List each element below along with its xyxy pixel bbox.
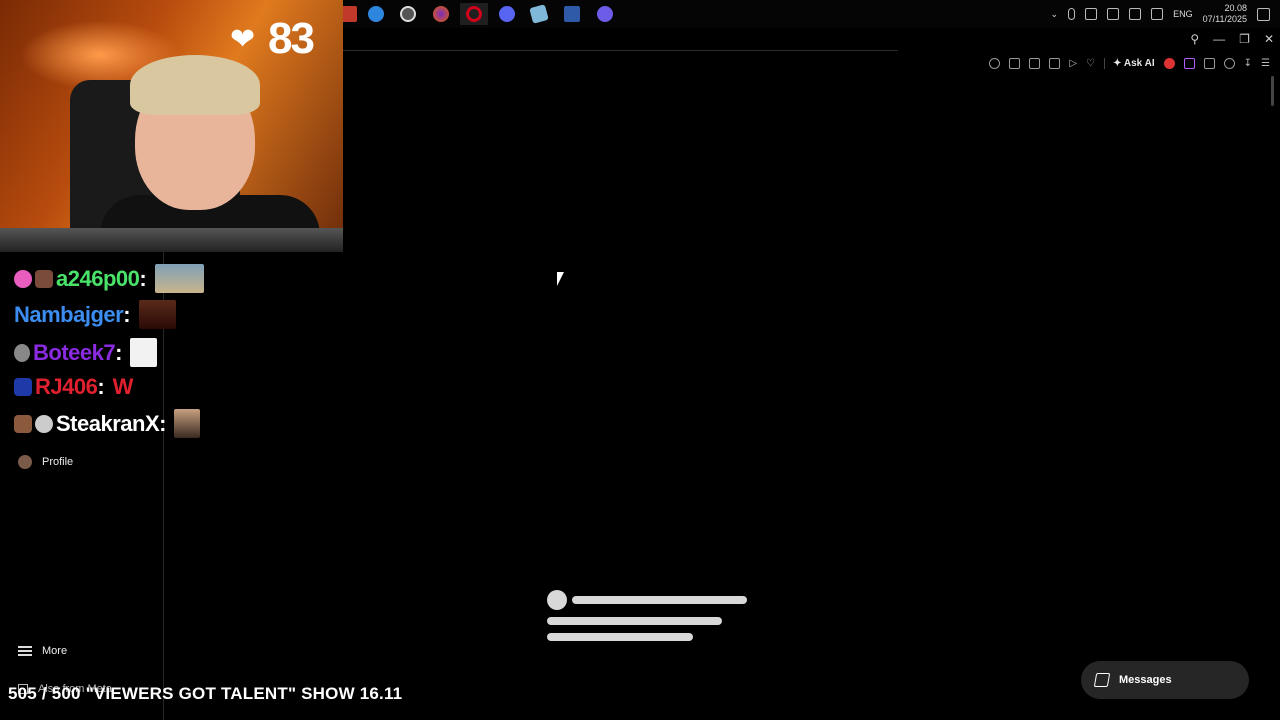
restore-icon[interactable]: ❐: [1239, 32, 1250, 46]
volume-muted-icon[interactable]: [1107, 8, 1120, 20]
sidebar-item-label: More: [42, 645, 68, 657]
browser-toolbar: ▷ ♡ ✦ Ask AI ↧ ☰: [343, 52, 1280, 74]
chat-username: RJ406: [35, 374, 98, 399]
skeleton-avatar: [547, 590, 567, 610]
window-controls: ⚲ — ❐ ✕: [1190, 32, 1274, 46]
skeleton-line: [547, 633, 693, 641]
streamer-hair: [130, 55, 260, 115]
heart-outline-icon[interactable]: ♡: [1086, 58, 1095, 69]
taskbar-keyboard-app[interactable]: [593, 3, 617, 25]
network-icon[interactable]: [1151, 8, 1164, 20]
skeleton-line: [547, 617, 722, 625]
desk: [0, 228, 343, 252]
chat-message: RJ406 : W: [14, 374, 133, 400]
notes-icon: [529, 4, 549, 24]
chat-colon: :: [139, 265, 147, 291]
ask-ai-label: Ask AI: [1123, 57, 1155, 69]
chat-message: SteakranX :: [14, 409, 201, 438]
microphone-icon[interactable]: [1068, 8, 1076, 20]
stream-ticker: 505 / 500 "VIEWERS GOT TALENT" SHOW 16.1…: [8, 684, 403, 703]
system-tray: ⌄ ENG 20.08 07/11/2025: [1051, 0, 1280, 28]
menu-icon: [18, 646, 32, 656]
messages-button[interactable]: Messages: [1081, 661, 1249, 699]
snapshot-icon[interactable]: [1029, 57, 1041, 69]
extensions-icon[interactable]: [1203, 57, 1215, 69]
taskbar-firefox[interactable]: [429, 3, 453, 25]
opera-icon: [466, 6, 482, 22]
extension-purple-icon[interactable]: [1183, 57, 1195, 69]
chat-colon: :: [97, 374, 105, 399]
chat-colon: :: [123, 301, 131, 327]
tab-divider: [343, 50, 898, 51]
chat-emote: [130, 338, 158, 367]
chat-badge: [35, 269, 53, 288]
camera-icon[interactable]: [1085, 8, 1098, 20]
ask-ai-button[interactable]: ✦ Ask AI: [1104, 57, 1155, 69]
clock-date: 07/11/2025: [1202, 14, 1247, 24]
chat-text: W: [112, 374, 134, 399]
taskbar-ccleaner[interactable]: [364, 3, 388, 25]
clock[interactable]: 20.08 07/11/2025: [1203, 3, 1247, 25]
chat-badge: [14, 414, 32, 433]
taskbar-obs[interactable]: [396, 3, 420, 25]
browser-tab-bar: [343, 28, 1280, 51]
account-icon[interactable]: [1223, 57, 1235, 69]
obs-icon: [400, 6, 416, 22]
remote-desktop-icon: [564, 6, 580, 22]
chat-message: a246p00 :: [14, 264, 204, 293]
chat-message: Nambajger :: [14, 300, 176, 329]
firefox-icon: [433, 6, 449, 22]
chat-username: Nambajger: [14, 301, 124, 327]
taskbar-notes[interactable]: [527, 3, 551, 25]
sidebar-item-label: Profile: [42, 456, 74, 468]
scrollbar[interactable]: [1271, 76, 1274, 106]
chat-emote: [138, 300, 176, 329]
ccleaner-icon: [368, 6, 384, 22]
close-icon[interactable]: ✕: [1264, 32, 1274, 46]
chat-emote: [154, 264, 204, 293]
emoji-icon[interactable]: [989, 57, 1001, 69]
taskbar-discord[interactable]: [495, 3, 519, 25]
chat-username: Boteek7: [33, 339, 116, 365]
shield-icon[interactable]: [1049, 57, 1061, 69]
chat-emote: [174, 409, 201, 438]
minimize-icon[interactable]: —: [1213, 32, 1225, 46]
message-icon: [1093, 673, 1111, 687]
chat-colon: :: [115, 339, 123, 365]
chat-badge: [14, 378, 32, 396]
menu-icon[interactable]: ☰: [1261, 58, 1270, 69]
sidebar-item-more[interactable]: More: [18, 645, 67, 657]
app-icon: [341, 6, 357, 22]
taskbar-opera[interactable]: [460, 3, 488, 25]
chat-colon: :: [159, 410, 167, 436]
clock-time: 20.08: [1224, 3, 1247, 13]
play-icon[interactable]: ▷: [1069, 58, 1077, 69]
sidebar-item-profile[interactable]: Profile: [18, 455, 73, 469]
notifications-icon[interactable]: [1257, 7, 1270, 21]
mouse-cursor-icon: [557, 272, 564, 286]
search-icon[interactable]: ⚲: [1190, 32, 1199, 46]
discord-icon: [499, 6, 515, 22]
chat-badge: [14, 343, 30, 362]
chat-message: Boteek7 :: [14, 338, 158, 367]
chat-badge: [14, 269, 32, 288]
chevron-up-icon[interactable]: ⌄: [1051, 9, 1059, 20]
keyboard-app-icon: [597, 6, 613, 22]
like-counter: 83: [268, 14, 315, 63]
adblock-icon[interactable]: [1163, 57, 1175, 69]
skeleton-line: [572, 596, 747, 604]
language-indicator[interactable]: ENG: [1173, 9, 1193, 19]
messages-label: Messages: [1119, 674, 1172, 686]
download-icon[interactable]: ↧: [1244, 58, 1252, 69]
chat-username: SteakranX: [56, 410, 160, 436]
pin-icon[interactable]: [1009, 57, 1021, 69]
taskbar-remote[interactable]: [560, 3, 584, 25]
chat-username: a246p00: [56, 265, 140, 291]
volume-icon[interactable]: [1129, 8, 1142, 20]
heart-icon: ❤: [230, 23, 256, 56]
avatar: [18, 455, 32, 469]
chat-badge: [35, 414, 53, 433]
